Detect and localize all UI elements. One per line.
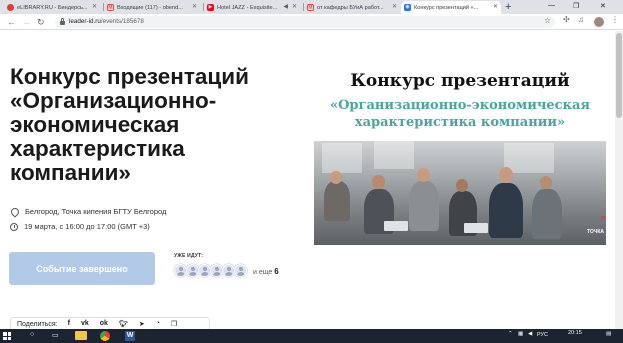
windows-taskbar: ○ ▭ W ⌃ ▦ ◀ РУС 20:15 ▤ [0, 329, 623, 343]
facebook-icon[interactable]: f [68, 320, 70, 328]
word-icon[interactable]: W [125, 331, 139, 341]
banner-subtitle: «Организационно-экономическая характерис… [329, 98, 591, 130]
datetime-text: 19 марта, с 16:00 до 17:00 (GMT +3) [24, 222, 150, 231]
page-scrollbar[interactable] [615, 31, 623, 329]
whatsapp-icon[interactable]: ◔ [156, 320, 160, 328]
notifications-icon[interactable]: ▤ [606, 331, 611, 337]
event-location: Белгород, Точка кипения БГТУ Белгород [9, 205, 167, 218]
attendees-more[interactable]: и еще 6 [253, 267, 279, 276]
taskbar-clock[interactable]: 20:15 [568, 330, 582, 336]
task-view-icon[interactable]: ▭ [52, 331, 59, 339]
browser-tab-strip: eLIBRARY.RU - Биндерсь... ✕ M Входящие (… [0, 0, 623, 14]
location-text: Белгород, Точка кипения БГТУ Белгород [25, 207, 167, 216]
youtube-icon: ▶ [207, 4, 214, 11]
attendees-label: УЖЕ ИДУТ: [174, 253, 204, 259]
tab-gmail-dept[interactable]: M от кафедры БУиА работ... ✕ [304, 1, 400, 14]
event-banner: Конкурс презентаций «Организационно-экон… [314, 49, 606, 245]
network-icon[interactable]: ▦ [518, 331, 523, 337]
copy-link-icon[interactable]: ❐ [171, 320, 177, 328]
speaker-icon[interactable]: ◀ [283, 3, 288, 10]
event-title: Конкурс презентаций «Организационно-экон… [10, 64, 249, 185]
chrome-icon[interactable] [100, 331, 114, 341]
banner-photo: ТОЧКА [314, 141, 606, 245]
close-icon[interactable]: ✕ [392, 3, 397, 10]
profile-avatar[interactable] [594, 17, 604, 27]
tab-label: Входящие (117) - obend... [117, 4, 183, 11]
share-label: Поделиться: [17, 320, 58, 328]
gmail-icon: M [307, 4, 314, 11]
close-icon[interactable]: ✕ [292, 3, 297, 10]
gmail-icon: M [107, 4, 114, 11]
forward-arrow-icon[interactable]: → [22, 16, 31, 28]
vk-icon[interactable]: vk [81, 320, 89, 328]
leader-id-icon: ◉ [404, 4, 411, 11]
lock-icon [60, 18, 65, 25]
banner-title: Конкурс презентаций [350, 71, 570, 91]
reload-icon[interactable]: ↻ [37, 16, 45, 28]
close-icon[interactable]: ✕ [92, 3, 97, 10]
tab-label: Конкурс презентаций «... [414, 4, 479, 11]
tab-label: eLIBRARY.RU - Биндерсь... [17, 4, 88, 11]
new-tab-button[interactable]: + [505, 1, 511, 13]
tab-gmail-inbox[interactable]: M Входящие (117) - obend... ✕ [104, 1, 200, 14]
clock-icon [10, 222, 18, 231]
avatar[interactable] [234, 264, 247, 277]
odnoklassniki-icon[interactable]: ok [100, 320, 108, 328]
event-ended-button[interactable]: Событие завершено [9, 252, 155, 285]
browser-toolbar: ← → ↻ leader-id.ru/events/185678 ☆ ✣ ♫ ⋮ [0, 14, 623, 30]
close-icon[interactable]: ✕ [192, 3, 197, 10]
elibrary-icon [7, 4, 14, 11]
event-datetime: 19 марта, с 16:00 до 17:00 (GMT +3) [10, 222, 150, 231]
maximize-button[interactable]: ❐ [573, 2, 579, 10]
address-bar[interactable]: leader-id.ru/events/185678 ☆ [55, 16, 555, 28]
media-control-icon[interactable]: ♫ [578, 15, 584, 24]
telegram-icon[interactable]: ➤ [139, 320, 145, 328]
tab-leader-id[interactable]: ◉ Конкурс презентаций «... ✕ [401, 1, 501, 14]
twitter-icon[interactable]: 🐦︎ [119, 320, 128, 328]
close-icon[interactable]: ✕ [493, 3, 498, 10]
tray-chevron-icon[interactable]: ⌃ [508, 331, 513, 337]
volume-icon[interactable]: ◀ [528, 331, 532, 337]
brand-logo: ТОЧКА [587, 229, 604, 235]
tab-label: Hotel JAZZ - Exquisite... [217, 4, 278, 11]
extensions-puzzle-icon[interactable]: ✣ [563, 15, 570, 24]
tab-elibrary[interactable]: eLIBRARY.RU - Биндерсь... ✕ [4, 1, 100, 14]
search-icon[interactable]: ○ [30, 331, 34, 338]
share-bar: Поделиться: f vk ok 🐦︎ ➤ ◔ ❐ [10, 317, 210, 329]
scrollbar-thumb[interactable] [616, 33, 622, 118]
url-text[interactable]: leader-id.ru/events/185678 [69, 18, 144, 25]
bookmark-star-icon[interactable]: ☆ [544, 16, 551, 25]
page-content: Конкурс презентаций «Организационно-экон… [0, 31, 623, 329]
menu-kebab-icon[interactable]: ⋮ [611, 15, 619, 24]
tab-youtube[interactable]: ▶ Hotel JAZZ - Exquisite... ◀ ✕ [204, 1, 300, 14]
file-explorer-icon[interactable] [75, 331, 89, 341]
windows-start-icon[interactable] [3, 332, 11, 340]
tab-label: от кафедры БУиА работ... [317, 4, 384, 11]
back-arrow-icon[interactable]: ← [7, 16, 16, 28]
minimize-button[interactable]: — [548, 2, 555, 9]
language-indicator[interactable]: РУС [537, 332, 548, 338]
brand-dot [602, 216, 605, 219]
close-window-button[interactable]: ✕ [600, 2, 606, 10]
location-pin-icon [9, 205, 21, 218]
